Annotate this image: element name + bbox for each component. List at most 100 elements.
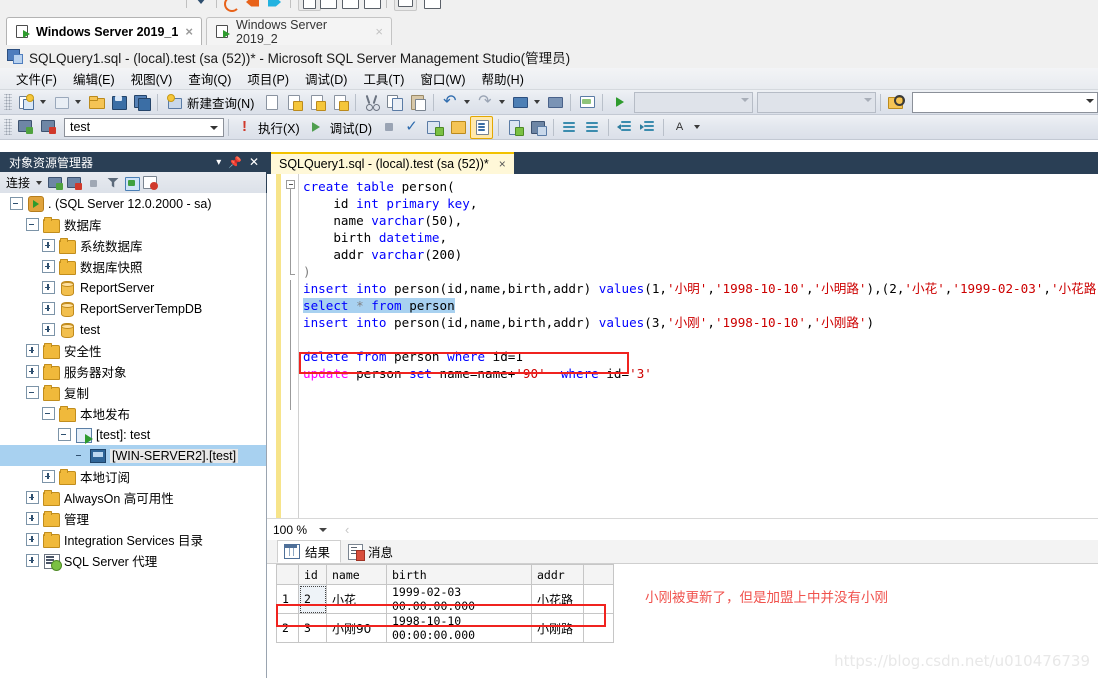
menu-item-query[interactable]: 查询(Q) [180, 67, 239, 90]
expander-plus-icon[interactable] [42, 302, 55, 315]
tree-item[interactable]: [test]: test [0, 424, 266, 445]
row-number[interactable]: 2 [276, 613, 299, 643]
chevron-down-icon[interactable] [75, 100, 81, 104]
navigate-backward-icon[interactable] [509, 92, 530, 113]
cut-icon[interactable] [361, 92, 382, 113]
uncomment-lines-icon[interactable] [582, 117, 603, 138]
expander-plus-icon[interactable] [42, 239, 55, 252]
expander-minus-icon[interactable] [26, 386, 39, 399]
query-options-icon[interactable] [447, 117, 468, 138]
change-case-icon[interactable]: A [669, 117, 690, 138]
tab-messages[interactable]: 消息 [341, 540, 404, 563]
chevron-down-icon[interactable] [207, 121, 221, 135]
debug-label[interactable]: 调试(D) [328, 118, 377, 137]
close-icon[interactable]: × [375, 25, 383, 38]
layout-plain-icon[interactable] [364, 0, 381, 9]
stop-icon[interactable] [378, 117, 399, 138]
expander-plus-icon[interactable] [26, 512, 39, 525]
column-header[interactable]: name [326, 564, 387, 585]
menu-item-debug[interactable]: 调试(D) [297, 67, 355, 90]
toolbar-combo-1[interactable] [634, 91, 753, 113]
parse-check-icon[interactable]: ✓ [401, 117, 422, 138]
scroll-left-icon[interactable]: ‹ [345, 522, 349, 537]
menu-item-tools[interactable]: 工具(T) [355, 67, 412, 90]
chevron-down-icon[interactable] [464, 100, 471, 104]
expander-plus-icon[interactable] [42, 281, 55, 294]
tree-item[interactable]: AlwaysOn 高可用性 [0, 487, 266, 508]
toolbar-combo-2[interactable] [756, 91, 876, 113]
layout-sidebar-icon[interactable] [342, 0, 359, 9]
report-icon[interactable] [143, 175, 159, 191]
filter-icon[interactable] [105, 175, 121, 191]
find-in-files-icon[interactable] [886, 92, 907, 113]
comment-lines-icon[interactable] [559, 117, 580, 138]
disconnect-object-explorer-icon[interactable] [67, 175, 83, 191]
undo-icon[interactable]: ↶ [439, 92, 460, 113]
close-icon[interactable]: ✕ [249, 155, 259, 169]
tree-item[interactable]: ReportServer [0, 277, 266, 298]
close-icon[interactable]: × [185, 25, 193, 38]
expander-plus-icon[interactable] [26, 533, 39, 546]
connect-label[interactable]: 连接 [6, 174, 30, 191]
disconnect-icon[interactable] [38, 117, 59, 138]
table-cell[interactable]: 小刚90 [326, 613, 387, 643]
toolbar-grip[interactable] [4, 119, 12, 135]
expander-minus-icon[interactable] [58, 428, 71, 441]
results-grid[interactable]: id name birth addr 1 2 小花 1999-02-03 00:00:00.0… [276, 564, 614, 643]
tree-item[interactable]: test [0, 319, 266, 340]
menu-item-view[interactable]: 视图(V) [123, 67, 181, 90]
new-project-icon[interactable] [15, 92, 36, 113]
activity-monitor-icon[interactable] [576, 92, 597, 113]
tree-item[interactable]: Integration Services 目录 [0, 529, 266, 550]
table-cell[interactable]: 小花 [326, 584, 387, 614]
zoom-selector[interactable]: 100 % [273, 523, 335, 537]
database-selector[interactable]: test [64, 117, 224, 137]
navigate-forward-icon[interactable] [544, 92, 565, 113]
close-icon[interactable]: × [499, 157, 506, 171]
expander-plus-icon[interactable] [42, 470, 55, 483]
table-row[interactable]: 1 2 小花 1999-02-03 00:00:00.000 小花路 [276, 584, 614, 614]
column-header[interactable]: addr [531, 564, 584, 585]
add-item-icon[interactable] [50, 92, 71, 113]
tree-item[interactable]: 服务器对象 [0, 361, 266, 382]
layout-single-icon[interactable] [320, 0, 337, 9]
tree-item[interactable]: 管理 [0, 508, 266, 529]
menu-item-edit[interactable]: 编辑(E) [65, 67, 123, 90]
tree-item[interactable]: SQL Server 代理 [0, 550, 266, 571]
menu-item-project[interactable]: 项目(P) [239, 67, 297, 90]
layout-split-icon[interactable] [298, 0, 321, 11]
execute-label[interactable]: 执行(X) [256, 118, 305, 137]
include-client-stats-icon[interactable] [527, 117, 548, 138]
tree-item[interactable]: 本地订阅 [0, 466, 266, 487]
expander-minus-icon[interactable] [26, 218, 39, 231]
tree-item[interactable]: 复制 [0, 382, 266, 403]
save-icon[interactable] [108, 92, 129, 113]
tree-item[interactable]: 数据库 [0, 214, 266, 235]
tree-item[interactable]: 系统数据库 [0, 235, 266, 256]
expander-plus-icon[interactable] [42, 260, 55, 273]
increase-indent-icon[interactable] [637, 117, 658, 138]
window-tab-0[interactable]: Windows Server 2019_1 × [6, 17, 202, 45]
chevron-down-icon[interactable] [40, 100, 46, 104]
stop-icon[interactable] [86, 175, 102, 191]
toolbar-overflow-icon[interactable] [694, 125, 701, 129]
new-query-label[interactable]: 新建查询(N) [185, 93, 259, 112]
sql-editor[interactable]: create table person( id int primary key,… [267, 174, 1098, 518]
fold-collapse-icon[interactable] [286, 180, 295, 189]
quick-find-input[interactable] [911, 91, 1098, 113]
include-actual-plan-icon[interactable] [504, 117, 525, 138]
layout-full-icon[interactable] [394, 0, 417, 11]
expander-plus-icon[interactable] [26, 344, 39, 357]
object-explorer-tree[interactable]: . (SQL Server 12.0.2000 - sa) 数据库 系统数据库 数据库… [0, 193, 267, 678]
new-query-icon[interactable] [163, 92, 184, 113]
table-cell[interactable]: 小刚路 [531, 613, 584, 643]
new-dmx-query-icon[interactable] [306, 92, 327, 113]
table-cell[interactable]: 2 [298, 584, 327, 614]
row-number[interactable]: 1 [276, 584, 299, 614]
menu-item-help[interactable]: 帮助(H) [474, 67, 532, 90]
down-arrow-icon[interactable] [194, 0, 209, 9]
chevron-down-icon[interactable] [36, 180, 43, 185]
column-header[interactable]: birth [386, 564, 532, 585]
run-icon[interactable] [608, 92, 629, 113]
save-all-icon[interactable] [131, 92, 152, 113]
